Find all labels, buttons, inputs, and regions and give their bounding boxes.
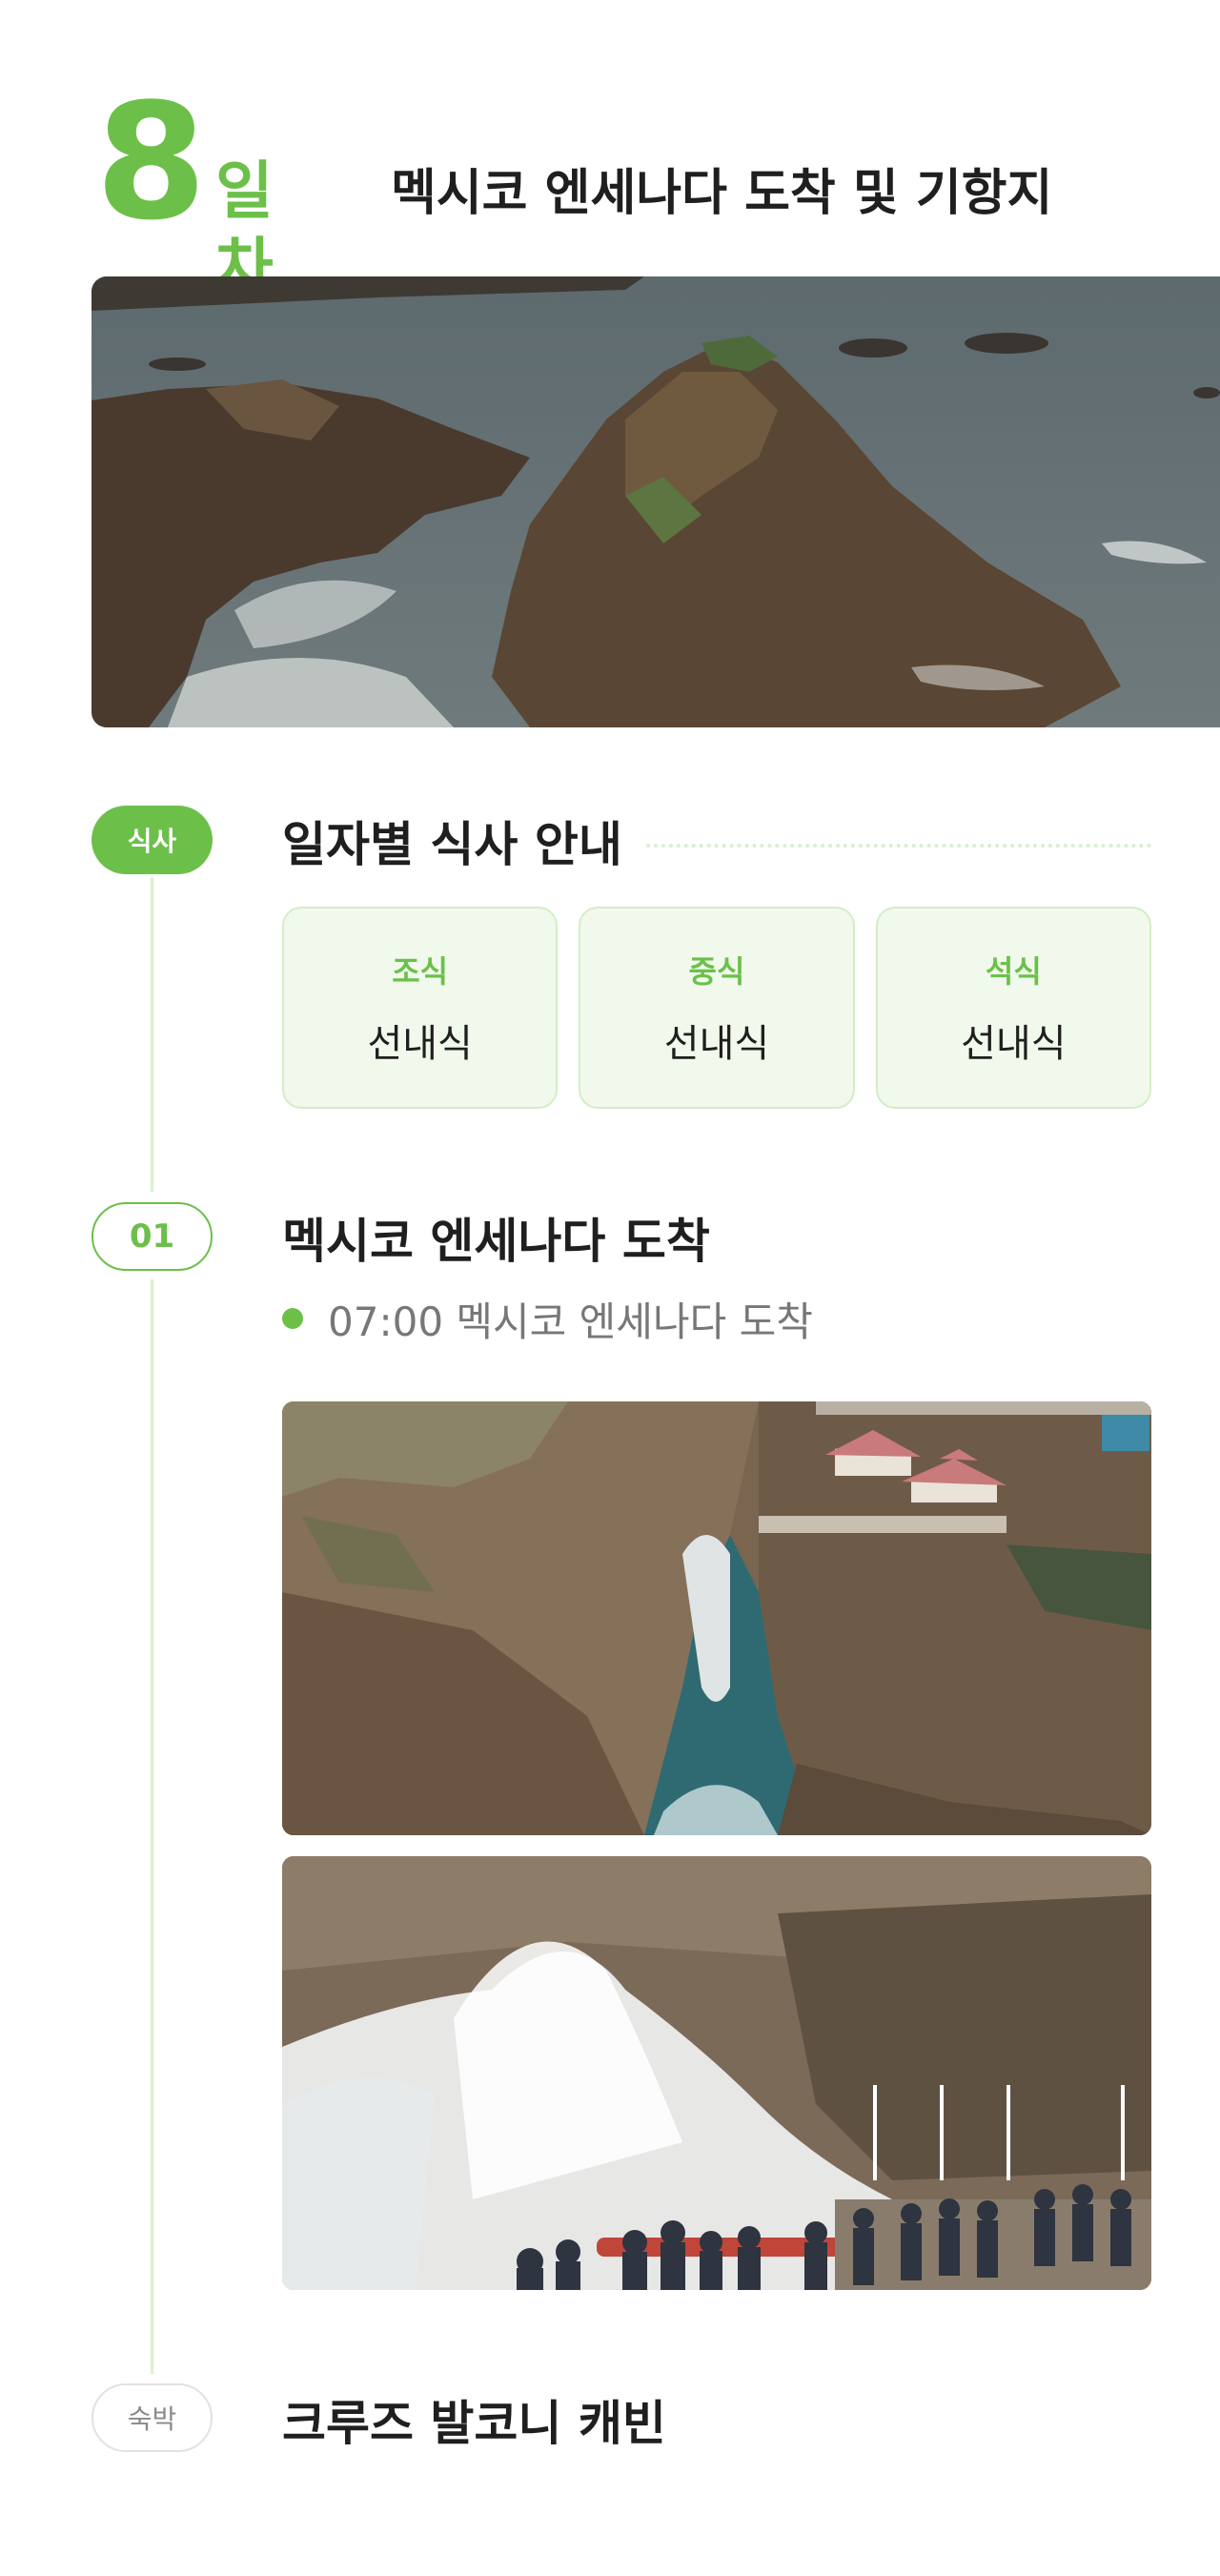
timeline-line-meals	[151, 877, 153, 1192]
stop-number-pill: 01	[92, 1202, 213, 1271]
dotted-divider	[646, 844, 1151, 848]
meal-section-title: 일자별 식사 안내	[282, 817, 622, 872]
day-title: 멕시코 엔세나다 도착 및 기항지	[391, 165, 1053, 222]
lodging-title: 크루즈 발코니 캐빈	[282, 2396, 666, 2451]
meal-value: 선내식	[367, 1022, 473, 1066]
itinerary-day-page: 8 일차 멕시코 엔세나다 도착 및 기항지 식사 일자별 식사 안내 조식 선…	[0, 0, 1220, 2576]
bullet-dot-icon	[282, 1308, 303, 1329]
meal-value: 선내식	[663, 1022, 770, 1066]
stop-title: 멕시코 엔세나다 도착	[282, 1214, 710, 1269]
stop-photo-blowhole	[282, 1856, 1151, 2290]
hero-coast-photo	[92, 276, 1220, 727]
timeline-line-stop	[151, 1279, 153, 2374]
meal-card-lunch: 중식 선내식	[579, 907, 855, 1109]
meal-value: 선내식	[961, 1022, 1067, 1066]
meal-card-breakfast: 조식 선내식	[282, 907, 559, 1109]
meal-label: 중식	[688, 953, 745, 990]
meal-label: 석식	[985, 953, 1042, 990]
lodging-pill: 숙박	[92, 2383, 213, 2452]
stop-photo-canyon	[282, 1401, 1151, 1835]
schedule-item-text: 07:00 멕시코 엔세나다 도착	[328, 1298, 813, 1345]
meal-card-dinner: 석식 선내식	[875, 907, 1151, 1109]
day-number: 8	[95, 69, 207, 256]
meal-label: 조식	[392, 953, 449, 990]
meal-pill: 식사	[92, 806, 213, 874]
meal-cards: 조식 선내식 중식 선내식 석식 선내식	[282, 907, 1151, 1109]
schedule-item: 07:00 멕시코 엔세나다 도착	[282, 1295, 813, 1345]
